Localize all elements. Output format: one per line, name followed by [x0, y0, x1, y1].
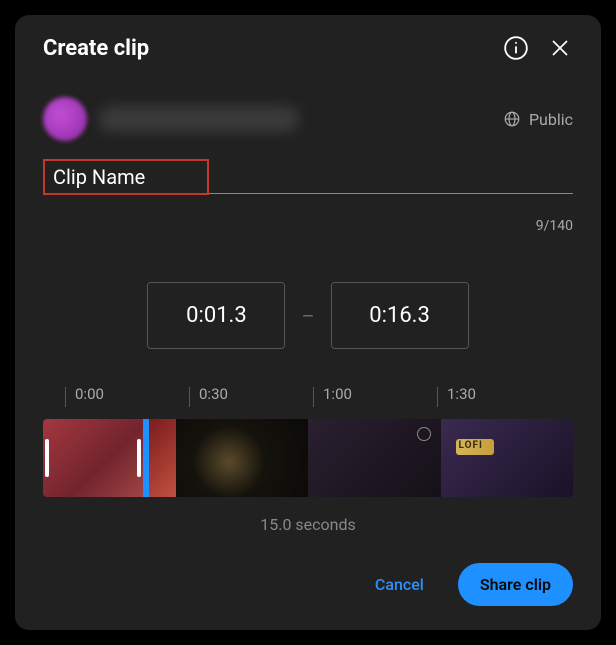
modal-footer: Cancel Share clip	[15, 547, 601, 630]
time-separator: –	[301, 304, 314, 328]
clip-name-input[interactable]	[53, 165, 199, 189]
create-clip-modal: Create clip Publ	[15, 15, 601, 630]
clip-duration-label: 15.0 seconds	[43, 515, 573, 534]
globe-icon	[503, 110, 521, 128]
channel-avatar	[43, 97, 87, 141]
source-title-redacted	[99, 106, 299, 132]
close-icon[interactable]	[547, 35, 573, 61]
selection-handle-right[interactable]	[137, 439, 141, 477]
cancel-button[interactable]: Cancel	[353, 563, 446, 606]
tick-label: 1:00	[323, 385, 352, 403]
start-time-input[interactable]: 0:01.3	[147, 282, 285, 349]
timeline-thumb	[308, 419, 441, 497]
selection-handle-left[interactable]	[45, 439, 49, 477]
timeline-thumbnails[interactable]	[43, 419, 573, 497]
tick-label: 1:30	[447, 385, 476, 403]
source-info	[43, 97, 299, 141]
timeline: 0:00 0:30 1:00 1:30 15.0 seconds	[43, 385, 573, 534]
header-actions	[503, 35, 573, 61]
timeline-thumb	[176, 419, 309, 497]
source-row: Public	[43, 85, 573, 153]
share-clip-button[interactable]: Share clip	[458, 563, 573, 606]
selection-range[interactable]	[43, 419, 149, 497]
clip-name-highlight	[43, 159, 209, 195]
time-range: 0:01.3 – 0:16.3	[43, 282, 573, 349]
visibility-label: Public	[529, 110, 573, 129]
tick-label: 0:00	[75, 385, 104, 403]
modal-title: Create clip	[43, 36, 149, 61]
info-icon[interactable]	[503, 35, 529, 61]
char-counter: 9/140	[43, 218, 573, 234]
modal-content: Public 9/140 0:01.3 – 0:16.3 0:00 0:30 1…	[15, 85, 601, 540]
end-time-input[interactable]: 0:16.3	[331, 282, 469, 349]
visibility-indicator[interactable]: Public	[503, 110, 573, 129]
timeline-thumb	[441, 419, 574, 497]
modal-header: Create clip	[15, 15, 601, 73]
tick-label: 0:30	[199, 385, 228, 403]
timeline-ticks: 0:00 0:30 1:00 1:30	[43, 385, 573, 415]
